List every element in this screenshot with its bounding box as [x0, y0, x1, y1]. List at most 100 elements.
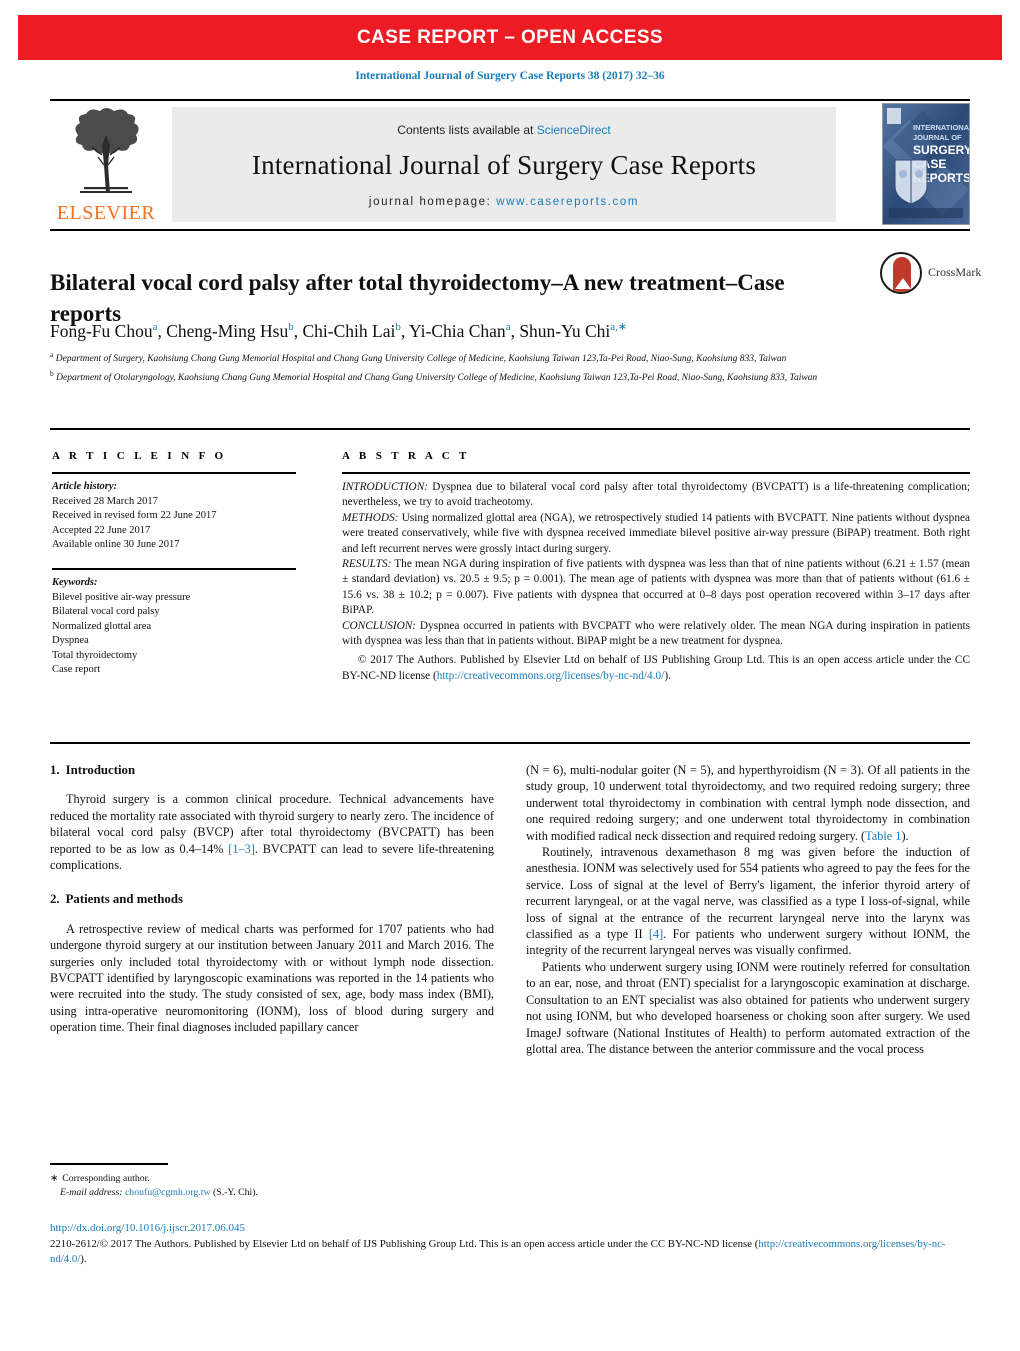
email-link[interactable]: choufu@cgmh.org.tw — [125, 1187, 211, 1198]
email-label: E-mail address: — [60, 1186, 123, 1198]
svg-text:JOURNAL OF: JOURNAL OF — [913, 133, 962, 142]
abstract-section-label: INTRODUCTION: — [342, 481, 428, 493]
abstract-section-text: Using normalized glottal area (NGA), we … — [342, 511, 970, 555]
contents-prefix: Contents lists available at — [397, 123, 537, 137]
keyword-item: Normalized glottal area — [52, 620, 152, 632]
cc-license-link[interactable]: http://creativecommons.org/licenses/by-n… — [437, 670, 665, 682]
table-1-link[interactable]: Table 1 — [865, 829, 901, 843]
abstract-section-label: CONCLUSION: — [342, 619, 417, 632]
history-item: Received in revised form 22 June 2017 — [52, 510, 217, 521]
abstract-copyright-post: ). — [664, 669, 671, 682]
section-number: 2. — [50, 892, 60, 907]
author-sep: , — [293, 320, 303, 341]
abstract-rule — [342, 472, 970, 474]
journal-cover-thumbnail: INTERNATIONAL JOURNAL OF SURGERY CASE RE… — [882, 103, 970, 225]
abstract-section-label: METHODS: — [342, 511, 399, 524]
journal-title: International Journal of Surgery Case Re… — [251, 150, 757, 180]
abstract-section: METHODS: Using normalized glottal area (… — [342, 511, 970, 557]
crossmark-icon — [880, 252, 922, 294]
svg-text:INTERNATIONAL: INTERNATIONAL — [913, 123, 969, 132]
svg-text:SURGERY: SURGERY — [913, 143, 969, 157]
corresponding-author-label: Corresponding author. — [62, 1173, 150, 1184]
intro-paragraph: Thyroid surgery is a common clinical pro… — [50, 791, 494, 873]
crossmark-label: CrossMark — [928, 265, 982, 279]
author-name: Shun-Yu Chi — [519, 320, 611, 341]
footer-copyright-pre: 2210-2612/© 2017 The Authors. Published … — [50, 1238, 759, 1250]
keyword-item: Dyspnea — [52, 635, 89, 646]
body-column-left: 1. Introduction Thyroid surgery is a comm… — [50, 762, 494, 1036]
abstract-section: RESULTS: The mean NGA during inspiration… — [342, 557, 970, 619]
elsevier-wordmark: ELSEVIER — [56, 202, 156, 224]
consultation-paragraph: Patients who underwent surgery using ION… — [526, 959, 970, 1056]
author-sep: , — [157, 320, 167, 341]
author-sep: , — [400, 320, 409, 341]
citation-ref-1-3[interactable]: [1–3] — [228, 842, 255, 856]
keywords-rule — [52, 568, 296, 570]
author-name: Chi-Chih Lai — [302, 320, 396, 341]
abstract-section-label: RESULTS: — [342, 558, 392, 571]
corresponding-author-line: ∗ Corresponding author. — [50, 1172, 494, 1186]
keywords-block: Keywords: Bilevel positive air-way press… — [52, 576, 302, 678]
citation-ref-4[interactable]: [4] — [649, 927, 663, 941]
article-info-rule — [52, 472, 296, 474]
affiliation-b: b Department of Otolaryngology, Kaohsiun… — [50, 367, 850, 386]
author-item: Yi-Chia Chana, — [409, 321, 519, 341]
affiliation-a: a Department of Surgery, Kaohsiung Chang… — [50, 348, 850, 367]
author-item: Shun-Yu Chia,∗ — [519, 321, 627, 341]
section-title: Patients and methods — [65, 892, 183, 907]
article-history-label: Article history: — [52, 481, 118, 492]
open-access-banner: CASE REPORT – OPEN ACCESS — [18, 15, 1002, 60]
doi-link[interactable]: http://dx.doi.org/10.1016/j.ijscr.2017.0… — [50, 1222, 970, 1234]
abstract-section-text: The mean NGA during inspiration of five … — [342, 558, 970, 617]
author-item: Fong-Fu Choua, — [50, 321, 166, 341]
email-owner: (S.-Y. Chi). — [212, 1186, 258, 1198]
history-item: Available online 30 June 2017 — [52, 539, 180, 550]
corresponding-author-note: ∗ Corresponding author. E-mail address: c… — [50, 1172, 494, 1199]
crossmark-badge[interactable]: CrossMark — [880, 252, 982, 298]
affiliation-marker-a: a — [50, 350, 54, 359]
keyword-item: Bilateral vocal cord palsy — [52, 606, 160, 617]
methods-paragraph: A retrospective review of medical charts… — [50, 921, 494, 1035]
contents-available-line: Contents lists available at ScienceDirec… — [397, 123, 610, 137]
ionm-paragraph: Routinely, intravenous dexamethason 8 mg… — [526, 844, 970, 959]
history-item: Accepted 22 June 2017 — [52, 524, 151, 536]
affiliation-b-text: Department of Otolaryngology, Kaohsiung … — [56, 372, 818, 383]
abstract-body: INTRODUCTION: Dyspnea due to bilateral v… — [342, 480, 970, 684]
crossmark-triangle — [895, 278, 911, 289]
author-item: Cheng-Ming Hsub, — [166, 321, 302, 341]
elsevier-logo: ELSEVIER — [50, 105, 162, 225]
affiliation-marker-b: b — [50, 368, 54, 378]
keyword-item: Total thyroidectomy — [52, 649, 138, 661]
body-column-right: (N = 6), multi-nodular goiter (N = 5), a… — [526, 762, 970, 1057]
author-name: Cheng-Ming Hsu — [166, 320, 289, 341]
masthead-center-panel: Contents lists available at ScienceDirec… — [172, 107, 836, 222]
abstract-section: INTRODUCTION: Dyspnea due to bilateral v… — [342, 480, 970, 511]
author-name: Yi-Chia Chan — [408, 320, 506, 341]
keywords-label: Keywords: — [52, 577, 98, 588]
section-heading-patients-and-methods: 2. Patients and methods — [50, 891, 494, 907]
section-title: Introduction — [65, 763, 136, 777]
section-heading-introduction: 1. Introduction — [50, 762, 494, 778]
abstract-heading: A B S T R A C T — [342, 450, 470, 462]
journal-cover-art: INTERNATIONAL JOURNAL OF SURGERY CASE RE… — [883, 104, 969, 224]
right-text-b: ). — [901, 828, 909, 843]
keyword-item: Case report — [52, 664, 101, 675]
footnote-rule — [50, 1163, 168, 1165]
banner-label: CASE REPORT – OPEN ACCESS — [357, 26, 663, 48]
author-list: Fong-Fu Choua, Cheng-Ming Hsub, Chi-Chih… — [50, 320, 950, 342]
journal-homepage-line: journal homepage: www.casereports.com — [369, 196, 639, 208]
abstract-section-text: Dyspnea due to bilateral vocal cord pals… — [342, 481, 970, 509]
affiliations: a Department of Surgery, Kaohsiung Chang… — [50, 348, 850, 386]
author-affil-marker[interactable]: a,∗ — [610, 321, 627, 333]
asterisk-icon: ∗ — [50, 1173, 59, 1184]
footer-copyright-post: ). — [80, 1252, 87, 1265]
email-line: E-mail address: choufu@cgmh.org.tw (S.-Y… — [50, 1186, 494, 1200]
sciencedirect-link[interactable]: ScienceDirect — [537, 123, 611, 137]
section-number: 1. — [50, 763, 60, 777]
abstract-section-text: Dyspnea occurred in patients with BVCPAT… — [342, 619, 970, 648]
homepage-prefix: journal homepage: — [368, 196, 497, 208]
abstract-copyright: © 2017 The Authors. Published by Elsevie… — [342, 653, 970, 684]
homepage-link[interactable]: www.casereports.com — [496, 196, 639, 208]
abstract-bottom-rule — [50, 742, 970, 744]
